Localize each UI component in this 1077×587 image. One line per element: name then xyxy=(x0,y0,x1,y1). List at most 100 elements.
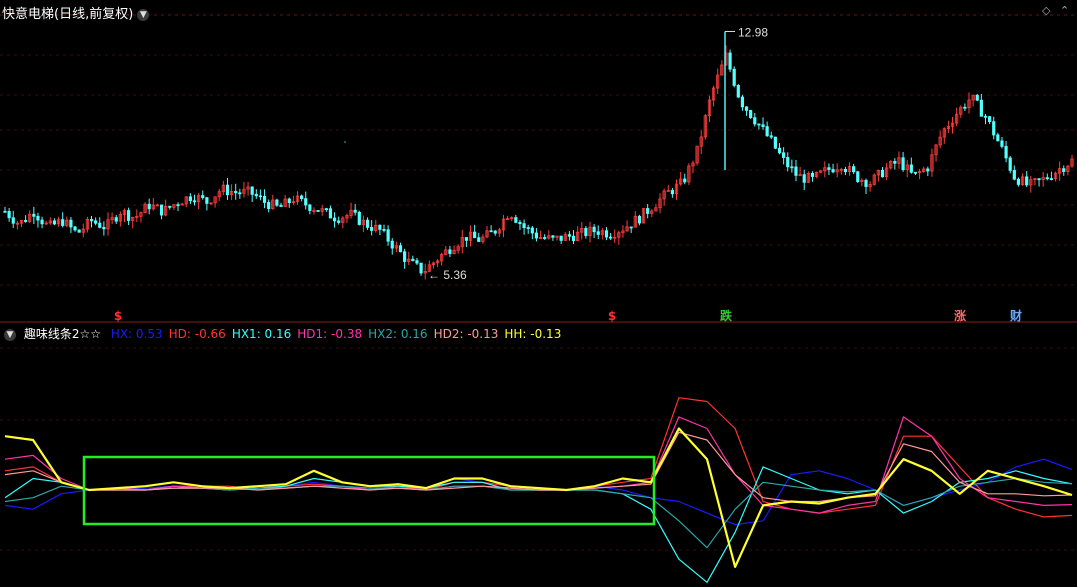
candle-body xyxy=(592,226,596,233)
candle-body xyxy=(629,226,633,229)
series-line-hh xyxy=(4,427,1073,568)
candle-body xyxy=(155,204,160,207)
candle-body xyxy=(1012,169,1016,180)
candle-body xyxy=(604,230,609,238)
series-line-hd1 xyxy=(4,416,1073,514)
candle-body xyxy=(773,136,777,149)
candle-body xyxy=(398,245,403,253)
candle-body xyxy=(744,106,749,111)
chevron-down-icon[interactable]: ▼ xyxy=(4,329,16,341)
candle-body xyxy=(1000,140,1004,147)
candle-body xyxy=(250,186,254,195)
candle-body xyxy=(909,164,913,173)
candle-body xyxy=(670,190,674,195)
candle-body xyxy=(979,99,983,117)
candle-body xyxy=(188,196,192,202)
candle-body xyxy=(279,204,283,207)
candle-body xyxy=(316,210,320,212)
series-line-hx xyxy=(4,458,1073,526)
signal-marker: $ xyxy=(114,309,122,323)
candle-body xyxy=(843,168,848,173)
candle-body xyxy=(988,116,992,123)
candle-body xyxy=(571,235,576,242)
candle-body xyxy=(584,227,588,237)
candle-body xyxy=(526,227,530,230)
candle-body xyxy=(275,199,279,206)
candle-body xyxy=(790,166,794,169)
candle-body xyxy=(827,167,831,170)
candle-body xyxy=(40,219,44,225)
candle-body xyxy=(390,240,394,249)
candle-body xyxy=(205,197,209,204)
chevron-up-icon[interactable]: ⌃ xyxy=(1060,4,1069,17)
candle-body xyxy=(856,171,860,182)
candle-body xyxy=(192,200,197,203)
candle-body xyxy=(559,235,563,241)
candle-body xyxy=(518,222,522,225)
stock-title: 快意电梯(日线,前复权) xyxy=(2,7,134,22)
candle-body xyxy=(304,198,308,206)
candle-body xyxy=(473,231,477,239)
candle-body xyxy=(740,96,745,108)
indicator-value-3: HD1: -0.38 xyxy=(297,327,363,341)
candle-body xyxy=(23,220,28,222)
candle-body xyxy=(403,251,407,262)
candle-body xyxy=(646,208,650,214)
candle-body xyxy=(493,230,497,234)
candle-body xyxy=(126,210,131,221)
candle-body xyxy=(1062,168,1066,172)
candle-body xyxy=(238,192,242,195)
candle-body xyxy=(1008,157,1012,171)
diamond-icon[interactable]: ◇ xyxy=(1042,4,1050,17)
candle-body xyxy=(114,217,118,222)
candle-body xyxy=(732,68,736,86)
candle-body xyxy=(69,219,73,228)
candle-body xyxy=(489,230,493,233)
candle-body xyxy=(543,237,547,239)
candle-body xyxy=(3,210,7,213)
indicator-values: HX: 0.53 HD: -0.66 HX1: 0.16 HD1: -0.38 HX2:… xyxy=(111,327,568,341)
candle-body xyxy=(794,166,798,176)
candle-body xyxy=(382,228,386,231)
candle-body xyxy=(378,224,382,230)
candle-body xyxy=(168,205,172,208)
candle-body xyxy=(852,166,856,173)
indicator-value-2: HX1: 0.16 xyxy=(231,327,292,341)
candle-body xyxy=(753,117,757,125)
candle-body xyxy=(802,174,806,183)
candle-body xyxy=(464,237,469,241)
candle-body xyxy=(89,219,94,222)
candle-body xyxy=(32,213,36,217)
candle-body xyxy=(353,209,357,213)
candle-body xyxy=(448,249,452,254)
candle-body xyxy=(77,229,81,233)
candle-body xyxy=(992,121,996,136)
indicator-value-4: HX2: 0.16 xyxy=(368,327,428,341)
candle-body xyxy=(893,161,897,164)
candle-body xyxy=(7,211,11,219)
candle-body xyxy=(36,215,40,221)
candle-body xyxy=(1049,178,1054,181)
candle-body xyxy=(98,222,102,228)
indicator-value-6: HH: -0.13 xyxy=(504,327,562,341)
candle-body xyxy=(332,217,337,222)
candle-body xyxy=(749,110,753,119)
candle-body xyxy=(757,123,761,126)
candle-body xyxy=(386,229,390,242)
chevron-down-icon[interactable]: ▼ xyxy=(137,9,150,21)
candle-body xyxy=(254,193,258,197)
candle-body xyxy=(328,208,333,219)
signal-marker: $ xyxy=(608,309,616,323)
candle-body xyxy=(419,262,423,274)
candle-body xyxy=(786,157,790,168)
candle-body xyxy=(411,258,415,262)
candle-body xyxy=(415,260,419,264)
series-line-hd2 xyxy=(4,431,1073,503)
candle-body xyxy=(728,52,732,70)
candle-body xyxy=(683,178,687,183)
candle-body xyxy=(94,220,98,224)
candle-body xyxy=(901,157,905,171)
indicator-value-0: HX: 0.53 xyxy=(110,327,163,341)
candle-body xyxy=(102,226,106,230)
candle-body xyxy=(810,173,815,177)
